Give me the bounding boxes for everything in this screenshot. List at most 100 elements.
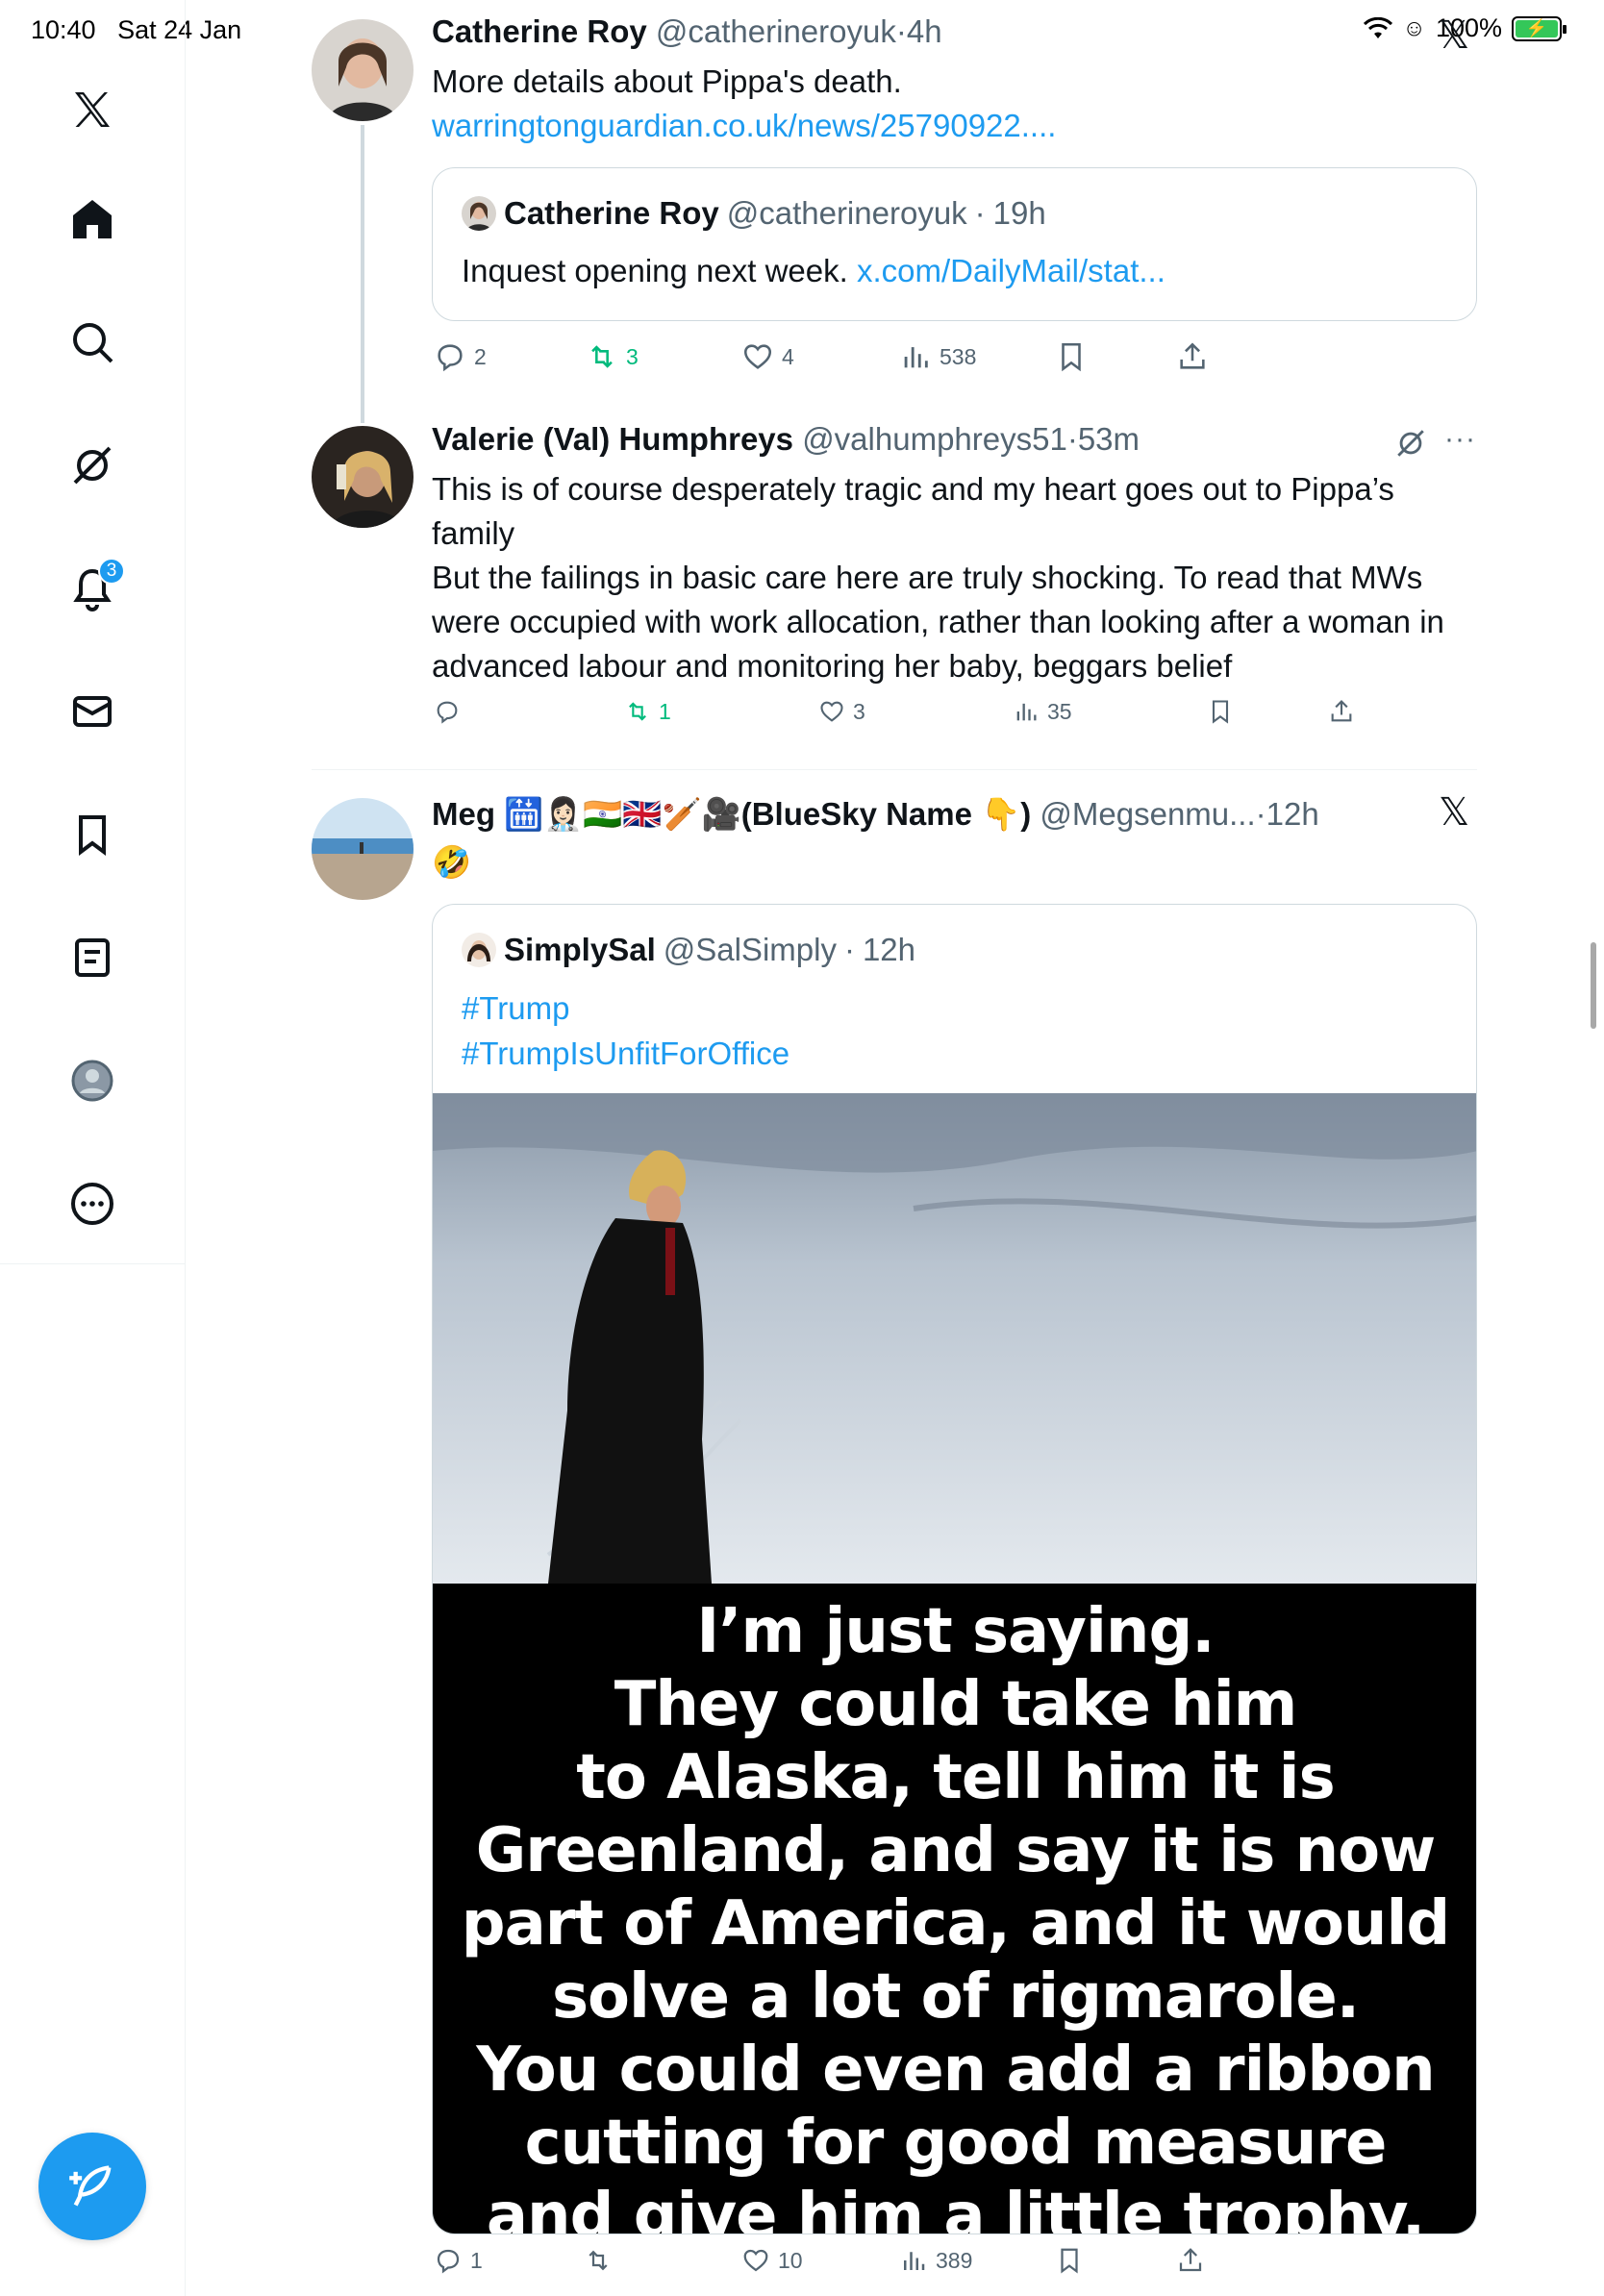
post-body-line-2: But the failings in basic care here are … xyxy=(432,560,1444,684)
post-link[interactable]: warringtonguardian.co.uk/news/25790922..… xyxy=(432,104,1470,148)
quote-author-handle: @SalSimply xyxy=(663,932,837,967)
reply-count: 2 xyxy=(474,343,487,369)
share-icon xyxy=(1179,2248,1202,2272)
views-count: 389 xyxy=(936,2247,973,2273)
like-button[interactable]: 10 xyxy=(741,2246,803,2275)
bookmark-icon xyxy=(1061,2248,1078,2274)
compose-post-button[interactable] xyxy=(38,2133,146,2240)
like-count: 4 xyxy=(782,343,794,369)
wifi-icon xyxy=(1364,16,1393,38)
list-icon[interactable] xyxy=(52,917,133,998)
author-handle[interactable]: @Megsenmu... xyxy=(1040,796,1255,832)
scrollbar-thumb[interactable] xyxy=(1591,942,1596,1029)
profile-icon[interactable] xyxy=(52,1040,133,1121)
quote-text: #Trump #TrumpIsUnfitForOffice xyxy=(462,986,789,1076)
post-separator xyxy=(312,769,1477,770)
x-corner-icon: 𝕏 xyxy=(1439,14,1470,57)
author-name[interactable]: Meg 🛗👩🏻‍⚕️🇮🇳🇬🇧🏏🎥(BlueSky Name 👇) xyxy=(432,796,1031,832)
meme-line: and give him a little trophy. xyxy=(486,2181,1425,2234)
views-button[interactable]: 35 xyxy=(1013,698,1072,725)
grok-icon[interactable] xyxy=(1394,427,1427,460)
reply-button[interactable]: 2 xyxy=(434,340,487,373)
repost-button[interactable]: 1 xyxy=(624,698,671,725)
views-icon xyxy=(904,2252,925,2270)
post-body: 🤣 xyxy=(432,844,472,880)
post-text: More details about Pippa's death. warrin… xyxy=(432,60,1470,148)
meme-line: I’m just saying. xyxy=(696,1596,1215,1667)
repost-button[interactable] xyxy=(584,2246,620,2275)
like-button[interactable]: 4 xyxy=(741,340,794,373)
heart-icon xyxy=(743,344,772,369)
sidebar-divider xyxy=(0,1263,186,1264)
share-icon xyxy=(1180,342,1205,369)
author-name[interactable]: Catherine Roy xyxy=(432,13,647,49)
thread-line xyxy=(361,125,364,423)
sidebar: 3 xyxy=(0,0,186,2296)
more-icon[interactable] xyxy=(52,1163,133,1244)
views-button[interactable]: 389 xyxy=(899,2246,972,2275)
share-button[interactable] xyxy=(1176,2246,1205,2275)
author-handle[interactable]: @catherineroyuk xyxy=(656,13,896,49)
repost-count: 3 xyxy=(626,343,639,369)
bookmark-icon[interactable] xyxy=(52,794,133,875)
quoted-post[interactable]: Catherine Roy @catherineroyuk · 19h Inques… xyxy=(432,167,1477,321)
quote-image[interactable]: I’m just saying. They could take him to … xyxy=(433,1093,1476,2234)
focus-icon: ☺ xyxy=(1402,14,1426,41)
author-name[interactable]: Valerie (Val) Humphreys xyxy=(432,421,793,457)
reply-count: 1 xyxy=(470,2247,483,2273)
meme-line: You could even add a ribbon xyxy=(476,2034,1435,2106)
post-time[interactable]: 53m xyxy=(1078,421,1140,457)
bookmark-button[interactable] xyxy=(1207,698,1234,725)
bookmark-icon xyxy=(1062,342,1081,372)
repost-icon xyxy=(629,702,646,721)
hashtag-link[interactable]: #TrumpIsUnfitForOffice xyxy=(462,1031,789,1076)
bookmark-button[interactable] xyxy=(1055,340,1088,373)
quote-avatar xyxy=(462,933,496,967)
x-logo-icon[interactable] xyxy=(52,69,133,150)
avatar[interactable] xyxy=(312,19,414,121)
home-icon[interactable] xyxy=(52,179,133,260)
post-time[interactable]: 4h xyxy=(907,13,942,49)
views-button[interactable]: 538 xyxy=(899,340,976,373)
views-icon xyxy=(904,347,928,368)
reply-icon xyxy=(437,701,458,724)
quote-header: SimplySal @SalSimply · 12h xyxy=(462,930,915,970)
post-actions: 1 3 35 xyxy=(432,698,1490,746)
quote-header: Catherine Roy @catherineroyuk · 19h xyxy=(462,193,1046,234)
post-text: 🤣 xyxy=(432,840,1470,885)
search-icon[interactable] xyxy=(52,302,133,383)
share-button[interactable] xyxy=(1176,340,1209,373)
reply-icon xyxy=(437,2249,460,2274)
avatar[interactable] xyxy=(312,426,414,528)
quote-body: Inquest opening next week. xyxy=(462,253,848,288)
reply-button[interactable]: 1 xyxy=(434,2246,483,2275)
hashtag-link[interactable]: #Trump xyxy=(462,986,789,1031)
meme-line: solve a lot of rigmarole. xyxy=(551,1961,1360,2033)
post-body-line-1: This is of course desperately tragic and… xyxy=(432,471,1394,551)
post-body: More details about Pippa's death. xyxy=(432,63,902,99)
bookmark-button[interactable] xyxy=(1055,2246,1084,2275)
share-icon xyxy=(1331,700,1352,722)
avatar[interactable] xyxy=(312,798,414,900)
more-options-icon[interactable]: ··· xyxy=(1444,423,1476,456)
heart-icon xyxy=(743,2249,768,2272)
share-button[interactable] xyxy=(1328,698,1355,725)
quoted-post[interactable]: SimplySal @SalSimply · 12h #Trump #TrumpIs… xyxy=(432,904,1477,2234)
post-time[interactable]: 12h xyxy=(1266,796,1319,832)
compose-post-icon xyxy=(69,2165,112,2207)
post-actions: 2 3 4 538 xyxy=(432,340,1490,388)
envelope-icon[interactable] xyxy=(52,671,133,752)
quote-link[interactable]: x.com/DailyMail/stat... xyxy=(857,253,1165,288)
repost-button[interactable]: 3 xyxy=(586,340,639,373)
quote-time: 19h xyxy=(992,195,1046,231)
post-actions: 1 10 389 xyxy=(432,2246,1490,2294)
grok-icon[interactable] xyxy=(52,425,133,506)
post-header: Meg 🛗👩🏻‍⚕️🇮🇳🇬🇧🏏🎥(BlueSky Name 👇) @Megsen… xyxy=(432,796,1319,832)
meme-line: Greenland, and say it is now xyxy=(475,1815,1437,1886)
reply-button[interactable] xyxy=(434,698,468,725)
x-badge-icon: 𝕏 xyxy=(1439,791,1470,834)
notifications-badge: 3 xyxy=(98,558,125,585)
like-button[interactable]: 3 xyxy=(818,698,865,725)
author-handle[interactable]: @valhumphreys51 xyxy=(802,421,1067,457)
bell-icon[interactable]: 3 xyxy=(52,548,133,629)
